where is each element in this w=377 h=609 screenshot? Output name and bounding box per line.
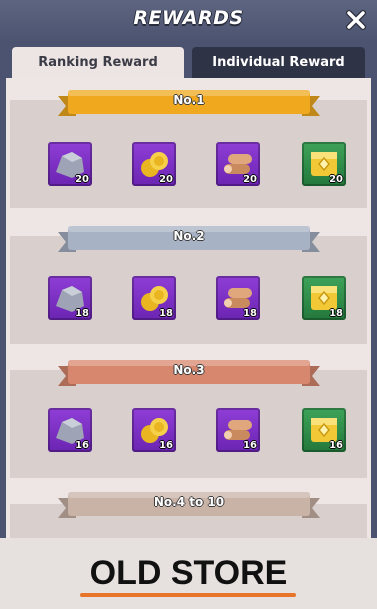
item-quantity: 16: [243, 440, 257, 451]
item-quantity: 18: [159, 308, 173, 319]
tab-individual-reward[interactable]: Individual Reward: [192, 47, 365, 78]
item-quantity: 16: [159, 440, 173, 451]
rewards-panel: No.1 20 20 20 20 No.2 18 18 18 18 No.3 1…: [0, 78, 377, 538]
close-button[interactable]: [343, 7, 369, 33]
item-quantity: 18: [243, 308, 257, 319]
page-title: REWARDS: [133, 7, 244, 29]
footer: OLD STORE: [0, 538, 377, 609]
item-quantity: 16: [329, 440, 343, 451]
rank-banner-4: No.4 to 10: [58, 488, 320, 524]
item-quantity: 20: [75, 174, 89, 185]
reward-item[interactable]: 18: [132, 276, 176, 320]
rank-label: No.3: [173, 363, 205, 377]
tab-label: Ranking Reward: [38, 55, 158, 70]
item-quantity: 20: [243, 174, 257, 185]
reward-item[interactable]: 18: [216, 276, 260, 320]
rank-banner-2: No.2: [58, 222, 320, 258]
old-store-label: OLD STORE: [89, 554, 288, 592]
rank-banner-1: No.1: [58, 86, 320, 122]
header-bar: REWARDS: [0, 0, 377, 42]
rewards-list[interactable]: No.1 20 20 20 20 No.2 18 18 18 18 No.3 1…: [6, 78, 371, 538]
reward-item[interactable]: 16: [216, 408, 260, 452]
reward-item[interactable]: 18: [302, 276, 346, 320]
reward-item[interactable]: 18: [48, 276, 92, 320]
rank-label: No.2: [173, 229, 205, 243]
item-quantity: 20: [329, 174, 343, 185]
rank-banner-3: No.3: [58, 356, 320, 392]
reward-item[interactable]: 16: [302, 408, 346, 452]
tab-label: Individual Reward: [212, 55, 345, 70]
rank-label: No.1: [173, 93, 205, 107]
tab-bar: Ranking Reward Individual Reward: [0, 42, 377, 78]
close-icon: [346, 10, 366, 30]
reward-item[interactable]: 20: [48, 142, 92, 186]
reward-item[interactable]: 16: [132, 408, 176, 452]
item-quantity: 16: [75, 440, 89, 451]
item-quantity: 18: [75, 308, 89, 319]
reward-item[interactable]: 20: [302, 142, 346, 186]
rank-label: No.4 to 10: [153, 495, 225, 509]
item-quantity: 18: [329, 308, 343, 319]
tab-ranking-reward[interactable]: Ranking Reward: [12, 47, 184, 78]
reward-item[interactable]: 20: [132, 142, 176, 186]
reward-item[interactable]: 20: [216, 142, 260, 186]
item-quantity: 20: [159, 174, 173, 185]
underline-bar: [80, 593, 296, 597]
reward-item[interactable]: 16: [48, 408, 92, 452]
